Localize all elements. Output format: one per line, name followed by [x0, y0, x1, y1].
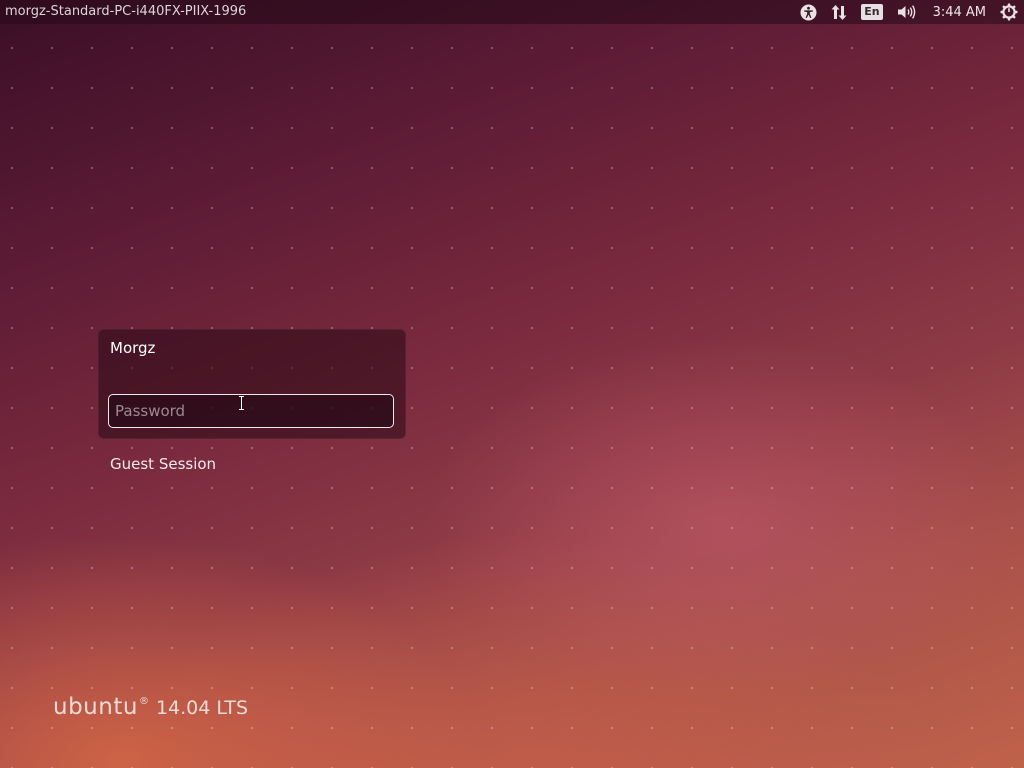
accessibility-icon[interactable] [800, 0, 817, 24]
version-label: 14.04 LTS [155, 697, 249, 719]
top-panel: morgz-Standard-PC-i440FX-PIIX-1996 En 3:… [0, 0, 1024, 24]
login-panel: Morgz [98, 329, 406, 439]
ubuntu-wordmark: ubuntu [53, 694, 138, 720]
keyboard-language-indicator[interactable]: En [861, 0, 883, 24]
clock[interactable]: 3:44 AM [933, 0, 986, 24]
hostname-label: morgz-Standard-PC-i440FX-PIIX-1996 [5, 4, 247, 19]
network-updown-icon[interactable] [831, 0, 847, 24]
user-name-label[interactable]: Morgz [110, 339, 155, 357]
ubuntu-branding: ubuntu ® 14.04 LTS [53, 694, 248, 720]
guest-session-button[interactable]: Guest Session [110, 455, 216, 473]
registered-mark: ® [138, 696, 149, 707]
password-field[interactable] [108, 394, 394, 428]
language-code: En [861, 4, 883, 20]
power-gear-icon[interactable] [1000, 0, 1018, 24]
text-cursor-icon [239, 396, 244, 410]
volume-icon[interactable] [897, 0, 917, 24]
indicator-area: En 3:44 AM [786, 0, 1018, 24]
